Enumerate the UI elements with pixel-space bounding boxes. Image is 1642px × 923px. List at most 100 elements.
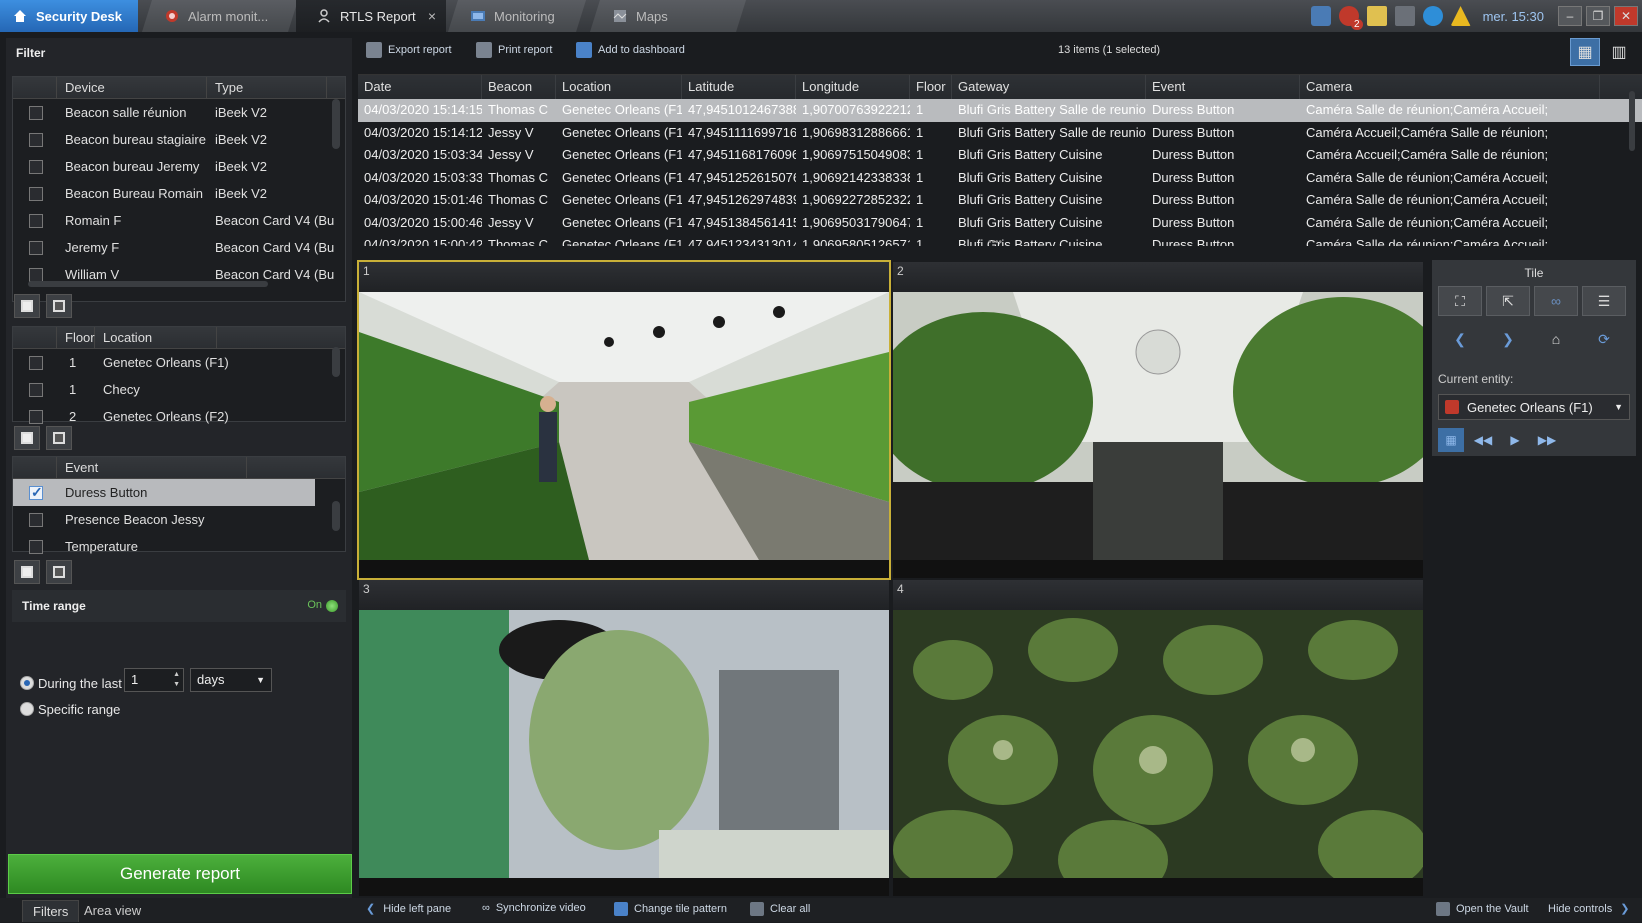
row-checkbox[interactable]	[29, 539, 43, 554]
video-tile-3[interactable]: 3	[359, 580, 889, 896]
play-button[interactable]: ▶	[1502, 428, 1528, 452]
previous-button[interactable]: ❮	[1438, 324, 1482, 354]
location-row[interactable]: 1 Checy	[13, 376, 345, 403]
video-tile-1[interactable]: 1	[357, 260, 891, 580]
column-header[interactable]: Latitude	[682, 75, 796, 99]
fast-forward-button[interactable]: ▶▶	[1534, 428, 1560, 452]
column-header[interactable]: Gateway	[952, 75, 1146, 99]
select-all-button[interactable]	[14, 294, 40, 318]
time-range-header[interactable]: Time range On	[12, 590, 346, 622]
close-window-button[interactable]: ✕	[1614, 6, 1638, 26]
select-none-button[interactable]	[46, 426, 72, 450]
home-button[interactable]: ⌂	[1534, 324, 1578, 354]
event-row[interactable]: Presence Beacon Jessy	[13, 506, 345, 533]
device-row[interactable]: Beacon bureau stagiaire iBeek V2	[13, 126, 345, 153]
column-floor[interactable]: Floor	[57, 327, 95, 348]
device-row[interactable]: Jeremy F Beacon Card V4 (Bu	[13, 234, 345, 261]
duration-input[interactable]: 1 ▲ ▼	[124, 668, 184, 692]
row-checkbox[interactable]	[29, 409, 43, 424]
open-vault-button[interactable]: Open the Vault	[1436, 902, 1529, 916]
status-indicator[interactable]	[326, 600, 338, 612]
row-checkbox[interactable]	[29, 355, 43, 370]
globe-icon[interactable]	[1422, 6, 1443, 26]
video-tile-4[interactable]: 4	[893, 580, 1423, 896]
hide-controls-button[interactable]: Hide controls ❯	[1548, 902, 1629, 916]
close-icon[interactable]: ×	[428, 8, 436, 24]
rewind-button[interactable]: ◀◀	[1470, 428, 1496, 452]
select-all-button[interactable]	[14, 560, 40, 584]
minimize-button[interactable]: –	[1558, 6, 1582, 26]
generate-report-button[interactable]: Generate report	[8, 854, 352, 894]
column-header[interactable]: Camera	[1300, 75, 1600, 99]
hide-left-pane-button[interactable]: ❮ Hide left pane	[366, 902, 451, 916]
device-row[interactable]: Beacon bureau Jeremy iBeek V2	[13, 153, 345, 180]
column-header[interactable]: Location	[556, 75, 682, 99]
column-type[interactable]: Type	[207, 77, 327, 98]
column-header[interactable]: Floor	[910, 75, 952, 99]
chart-view-button[interactable]: ▥	[1604, 38, 1634, 66]
spinner-icon[interactable]: ▲ ▼	[173, 670, 180, 690]
refresh-button[interactable]: ⟳	[1582, 324, 1626, 354]
grid-view-button[interactable]: ▦	[1570, 38, 1600, 66]
splitter-handle[interactable]: ••••	[988, 237, 1002, 248]
device-scrollbar[interactable]	[331, 81, 341, 297]
location-scrollbar[interactable]	[331, 331, 341, 417]
tab-area-view[interactable]: Area view	[74, 900, 151, 922]
device-row[interactable]: Beacon Bureau Romain iBeek V2	[13, 180, 345, 207]
tab-maps[interactable]: Maps	[590, 0, 746, 32]
sound-icon[interactable]	[1394, 6, 1415, 26]
change-tile-pattern-button[interactable]: Change tile pattern	[614, 902, 727, 916]
location-row[interactable]: 1 Genetec Orleans (F1)	[13, 349, 345, 376]
device-hscrollbar[interactable]	[18, 280, 318, 288]
event-row[interactable]: Temperature	[13, 533, 345, 560]
event-scrollbar[interactable]	[331, 461, 341, 547]
report-scrollbar[interactable]	[1628, 81, 1636, 241]
duration-unit-select[interactable]: days ▼	[190, 668, 272, 692]
table-row[interactable]: 04/03/2020 15:00:46 Jessy V Genetec Orlean…	[358, 212, 1642, 235]
row-checkbox[interactable]	[29, 382, 43, 397]
print-report-button[interactable]: Print report	[476, 42, 552, 58]
tab-alarm-monitoring[interactable]: Alarm monit...	[142, 0, 298, 32]
synchronize-video-button[interactable]: ∞ Synchronize video	[482, 902, 586, 914]
tab-filters[interactable]: Filters	[22, 900, 80, 922]
export-report-button[interactable]: Export report	[366, 42, 452, 58]
clear-all-button[interactable]: Clear all	[750, 902, 810, 916]
row-checkbox[interactable]	[29, 132, 43, 147]
row-checkbox[interactable]	[29, 484, 43, 501]
device-row[interactable]: Beacon salle réunion iBeek V2	[13, 99, 345, 126]
tab-rtls-report[interactable]: RTLS Report ×	[296, 0, 446, 32]
select-none-button[interactable]	[46, 560, 72, 584]
add-to-dashboard-button[interactable]: Add to dashboard	[576, 42, 685, 58]
column-device[interactable]: Device	[57, 77, 207, 98]
table-row[interactable]: 04/03/2020 15:01:46 Thomas C Genetec Orlea…	[358, 189, 1642, 212]
next-button[interactable]: ❯	[1486, 324, 1530, 354]
column-header[interactable]: Beacon	[482, 75, 556, 99]
monitor-icon[interactable]	[1310, 6, 1331, 26]
select-none-button[interactable]	[46, 294, 72, 318]
table-row[interactable]: 04/03/2020 15:03:33 Thomas C Genetec Orlea…	[358, 167, 1642, 190]
row-checkbox[interactable]	[29, 512, 43, 527]
table-row[interactable]: 04/03/2020 15:14:12 Jessy V Genetec Orlean…	[358, 122, 1642, 145]
row-checkbox[interactable]	[29, 105, 43, 120]
during-last-radio[interactable]	[20, 676, 34, 690]
row-checkbox[interactable]	[29, 186, 43, 201]
more-button[interactable]: ☰	[1582, 286, 1626, 316]
event-row[interactable]: Duress Button	[13, 479, 315, 506]
warning-icon[interactable]	[1450, 6, 1471, 26]
column-location[interactable]: Location	[95, 327, 217, 348]
column-header[interactable]: Event	[1146, 75, 1300, 99]
device-row[interactable]: Romain F Beacon Card V4 (Bu	[13, 207, 345, 234]
table-row[interactable]: 04/03/2020 15:14:15 Thomas C Genetec Orlea…	[358, 99, 1642, 122]
column-header[interactable]: Longitude	[796, 75, 910, 99]
row-checkbox[interactable]	[29, 213, 43, 228]
restore-button[interactable]: ❐	[1586, 6, 1610, 26]
link-button[interactable]: ∞	[1534, 286, 1578, 316]
fullscreen-button[interactable]: ⛶	[1438, 286, 1482, 316]
tab-monitoring[interactable]: Monitoring	[448, 0, 586, 32]
video-tile-2[interactable]: 2	[893, 262, 1423, 578]
specific-range-radio[interactable]	[20, 702, 34, 716]
alert-icon[interactable]: 2	[1338, 6, 1363, 30]
row-checkbox[interactable]	[29, 159, 43, 174]
expand-button[interactable]: ⇱	[1486, 286, 1530, 316]
current-entity-select[interactable]: Genetec Orleans (F1) ▼	[1438, 394, 1630, 420]
